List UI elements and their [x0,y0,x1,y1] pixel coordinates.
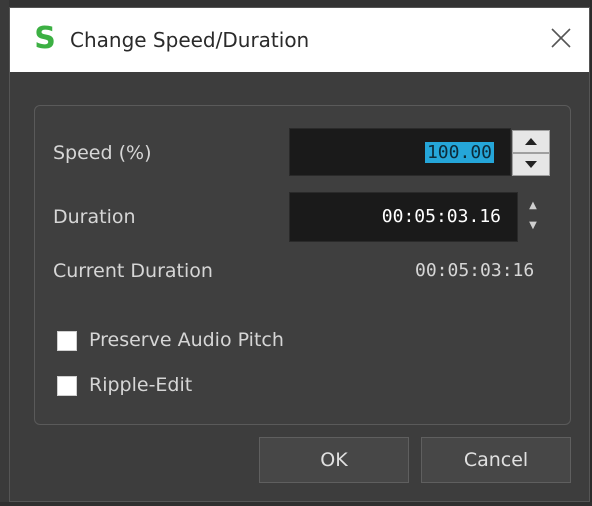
duration-label: Duration [53,206,136,228]
arrow-down-icon [525,161,537,168]
speed-input[interactable]: 100.00 [289,128,511,176]
settings-group: Speed (%) 100.00 Duration 00:05:03.16 ▲ … [34,105,571,425]
close-button[interactable] [547,24,575,52]
speed-label: Speed (%) [53,142,152,164]
duration-value: 00:05:03.16 [381,206,501,227]
close-icon [551,28,571,48]
speed-decrement-button[interactable] [512,153,550,176]
duration-decrement-button[interactable]: ▼ [526,220,540,232]
preserve-audio-pitch-label[interactable]: Preserve Audio Pitch [89,329,284,351]
ripple-edit-label[interactable]: Ripple-Edit [89,374,192,396]
background-strip-top [0,0,592,7]
dialog-title: Change Speed/Duration [70,28,310,52]
ripple-edit-checkbox[interactable] [57,376,77,396]
duration-input[interactable]: 00:05:03.16 [289,192,518,242]
app-logo-icon: S [34,21,56,56]
title-bar: S Change Speed/Duration [10,8,589,72]
cancel-button[interactable]: Cancel [421,437,571,483]
speed-value: 100.00 [424,142,494,163]
arrow-up-icon [525,138,537,145]
ok-button[interactable]: OK [259,437,409,483]
speed-increment-button[interactable] [512,130,550,153]
current-duration-label: Current Duration [53,260,213,282]
preserve-audio-pitch-checkbox[interactable] [57,331,77,351]
background-strip-left [0,0,9,506]
current-duration-value: 00:05:03:16 [415,260,535,281]
change-speed-dialog: S Change Speed/Duration Speed (%) 100.00… [9,7,590,502]
background-strip-bottom [0,502,592,506]
duration-increment-button[interactable]: ▲ [526,200,540,212]
